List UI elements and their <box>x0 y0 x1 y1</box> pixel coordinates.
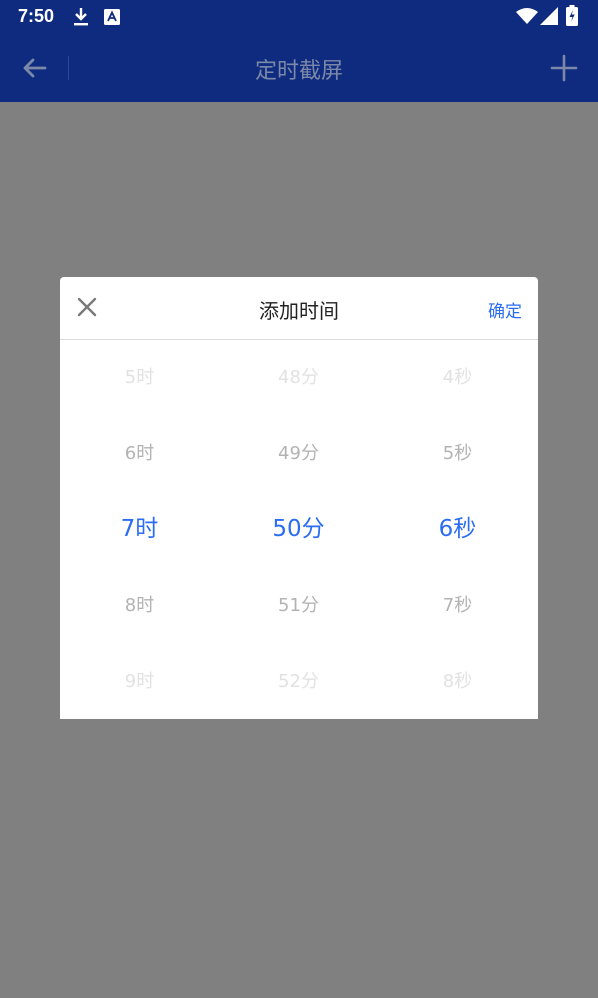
battery-icon <box>566 5 578 26</box>
hour-wheel[interactable]: 5时 6时 7时 8时 9时 <box>60 340 219 719</box>
second-wheel[interactable]: 4秒 5秒 6秒 7秒 8秒 <box>378 340 537 719</box>
minute-option[interactable]: 48分 <box>219 363 378 393</box>
second-option-selected[interactable]: 6秒 <box>378 514 537 544</box>
hour-option[interactable]: 9时 <box>60 667 219 697</box>
hour-option[interactable]: 5时 <box>60 363 219 393</box>
minute-option[interactable]: 51分 <box>219 591 378 621</box>
plus-icon[interactable] <box>544 48 584 88</box>
second-option[interactable]: 4秒 <box>378 363 537 393</box>
download-icon <box>74 8 88 26</box>
minute-option-selected[interactable]: 50分 <box>219 514 378 544</box>
minute-wheel[interactable]: 48分 49分 50分 51分 52分 <box>219 340 378 719</box>
dialog-header: 添加时间 确定 <box>60 277 538 340</box>
screen: 7:50 定时截屏 添加时间 确定 5时 6时 7时 8时 9时 48分 49分… <box>0 0 598 998</box>
hour-option-selected[interactable]: 7时 <box>60 514 219 544</box>
second-option[interactable]: 8秒 <box>378 667 537 697</box>
page-title: 定时截屏 <box>254 59 343 84</box>
status-bar: 7:50 <box>0 0 598 34</box>
hour-option[interactable]: 8时 <box>60 591 219 621</box>
time-picker: 5时 6时 7时 8时 9时 48分 49分 50分 51分 52分 4秒 5秒… <box>60 340 538 719</box>
wifi-icon <box>516 8 538 24</box>
second-option[interactable]: 5秒 <box>378 439 537 469</box>
signal-icon <box>540 7 558 25</box>
status-time: 7:50 <box>18 6 55 26</box>
second-option[interactable]: 7秒 <box>378 591 537 621</box>
minute-option[interactable]: 52分 <box>219 667 378 697</box>
add-time-dialog: 添加时间 确定 5时 6时 7时 8时 9时 48分 49分 50分 51分 5… <box>60 277 538 719</box>
a-box-icon <box>104 9 120 25</box>
hour-option[interactable]: 6时 <box>60 439 219 469</box>
confirm-button[interactable]: 确定 <box>488 297 522 322</box>
app-bar: 定时截屏 <box>0 34 598 102</box>
dialog-title: 添加时间 <box>259 299 339 323</box>
minute-option[interactable]: 49分 <box>219 439 378 469</box>
